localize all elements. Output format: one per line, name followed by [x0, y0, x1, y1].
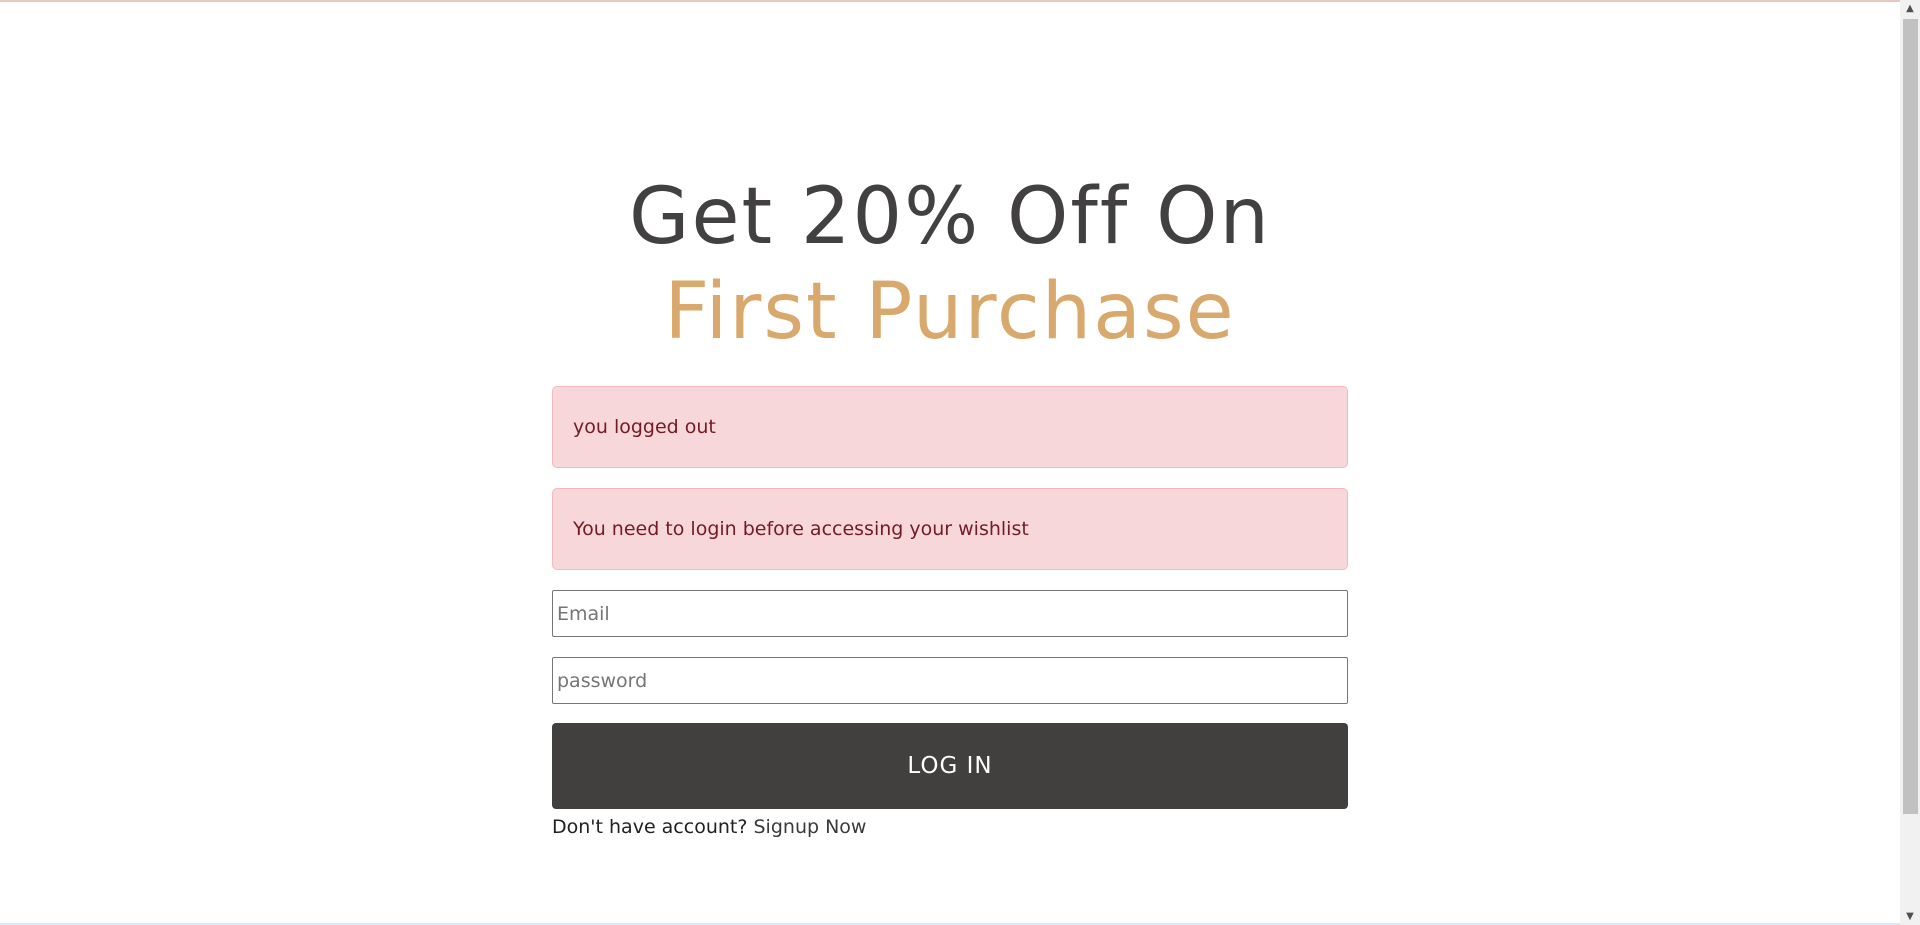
promo-heading-line2: First Purchase [664, 267, 1236, 357]
signup-prompt: Don't have account? [552, 816, 748, 838]
login-form: you logged out You need to login before … [552, 386, 1348, 838]
login-page: Get 20% Off On First Purchase you logged… [0, 2, 1900, 923]
chevron-down-icon[interactable]: ▼ [1900, 908, 1920, 925]
alert-login-required: You need to login before accessing your … [552, 488, 1348, 570]
email-field[interactable] [552, 590, 1348, 637]
password-field[interactable] [552, 657, 1348, 704]
promo-heading-line1: Get 20% Off On [629, 172, 1271, 262]
signup-link[interactable]: Signup Now [754, 816, 867, 838]
chevron-up-icon[interactable]: ▲ [1900, 0, 1920, 17]
vertical-scrollbar[interactable]: ▲ ▼ [1900, 0, 1920, 925]
login-button[interactable]: LOG IN [552, 723, 1348, 809]
signup-row: Don't have account? Signup Now [552, 816, 1348, 838]
alert-logged-out: you logged out [552, 386, 1348, 468]
scrollbar-thumb[interactable] [1903, 19, 1918, 814]
